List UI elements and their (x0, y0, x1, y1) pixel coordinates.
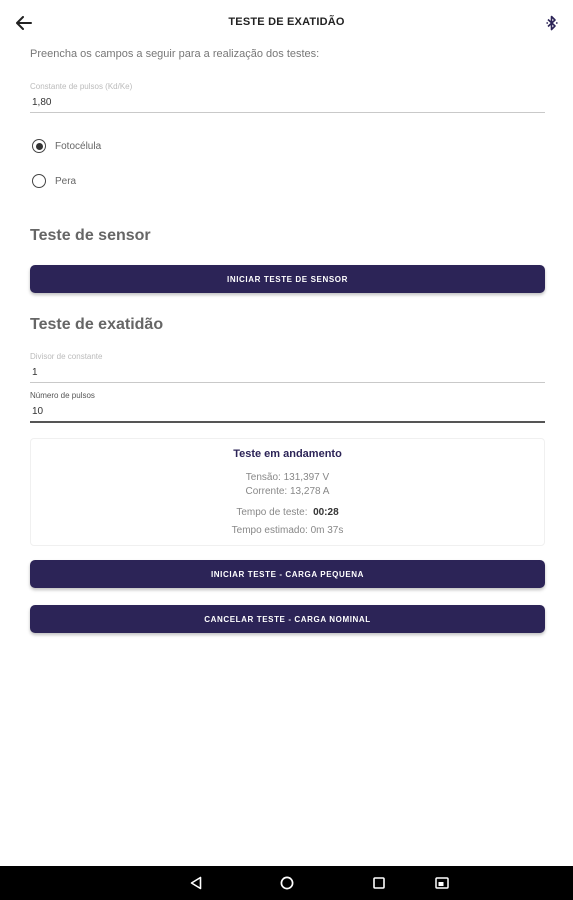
screenshot-icon (435, 877, 449, 889)
nav-home-button[interactable] (279, 875, 295, 891)
radio-selected-icon (32, 139, 46, 153)
sensor-section-title: Teste de sensor (30, 227, 151, 244)
current-reading: Corrente: 13,278 A (245, 486, 330, 497)
radio-fotocelula-label: Fotocélula (55, 140, 102, 152)
pulse-constant-input[interactable] (30, 95, 545, 111)
back-triangle-icon (190, 876, 202, 890)
home-circle-icon (280, 876, 294, 890)
radio-pera[interactable]: Pera (32, 174, 76, 188)
accuracy-section-title: Teste de exatidão (30, 316, 164, 333)
intro-text: Preencha os campos a seguir para a reali… (30, 48, 320, 60)
nav-back-button[interactable] (188, 875, 204, 891)
divisor-label: Divisor de constante (30, 352, 103, 361)
radio-unselected-icon (32, 174, 46, 188)
cancel-nominal-load-button[interactable]: CANCELAR TESTE - CARGA NOMINAL (30, 605, 545, 633)
radio-pera-label: Pera (55, 175, 77, 187)
voltage-reading: Tensão: 131,397 V (245, 472, 330, 483)
start-small-load-button[interactable]: INICIAR TESTE - CARGA PEQUENA (30, 560, 545, 588)
app-bar: TESTE DE EXATIDÃO (0, 0, 573, 44)
bluetooth-icon (546, 15, 558, 31)
pulses-field: Número de pulsos (30, 391, 545, 423)
divisor-underline (30, 382, 545, 383)
pulses-label: Número de pulsos (30, 391, 95, 400)
system-nav-bar (0, 866, 573, 900)
status-title: Teste em andamento (233, 448, 342, 460)
recents-square-icon (373, 877, 385, 889)
nav-recents-button[interactable] (371, 875, 387, 891)
divisor-input[interactable] (30, 365, 545, 381)
bluetooth-button[interactable] (543, 13, 561, 33)
divisor-field: Divisor de constante (30, 352, 545, 383)
pulses-input[interactable] (30, 404, 545, 420)
page-title: TESTE DE EXATIDÃO (228, 16, 345, 28)
pulse-constant-underline (30, 112, 545, 113)
pulses-underline (30, 421, 545, 423)
test-status-card: Teste em andamento Tensão: 131,397 V Cor… (30, 438, 545, 546)
start-sensor-test-button[interactable]: INICIAR TESTE DE SENSOR (30, 265, 545, 293)
nav-screenshot-button[interactable] (434, 875, 450, 891)
estimated-time: Tempo estimado: 0m 37s (231, 525, 344, 536)
test-time-value: 00:28 (313, 507, 339, 518)
pulse-constant-field: Constante de pulsos (Kd/Ke) (30, 82, 545, 113)
radio-fotocelula[interactable]: Fotocélula (32, 139, 101, 153)
test-time-row: Tempo de teste: 00:28 (31, 507, 544, 518)
test-time-label: Tempo de teste: (236, 507, 308, 518)
pulse-constant-label: Constante de pulsos (Kd/Ke) (30, 82, 133, 91)
